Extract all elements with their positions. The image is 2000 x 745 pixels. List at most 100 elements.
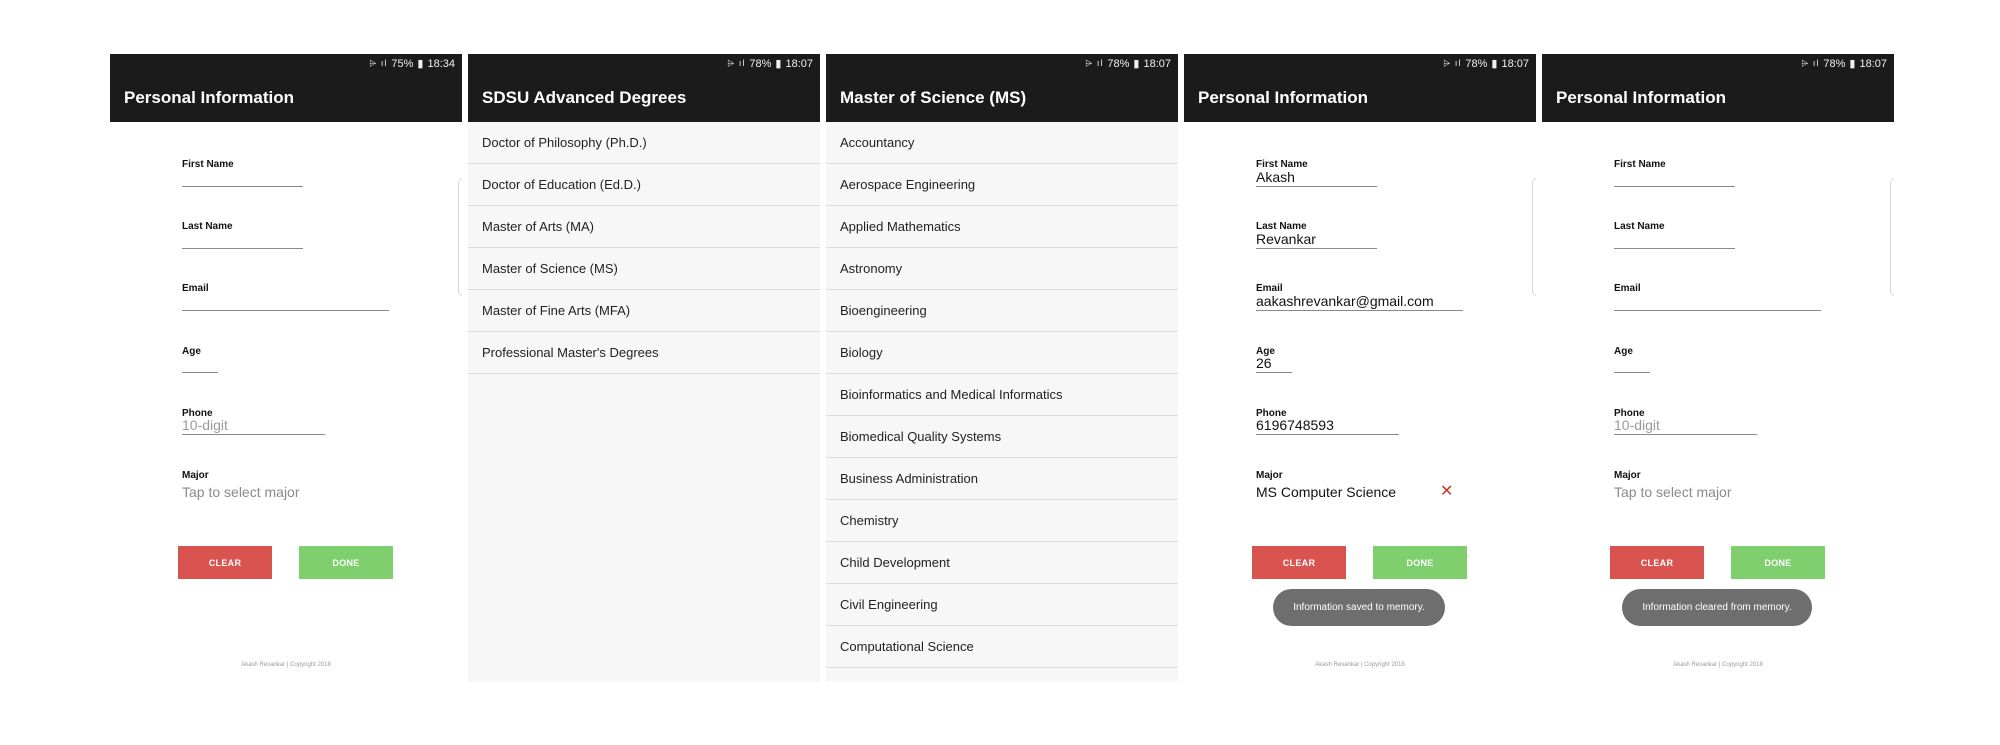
clock: 18:07 — [1501, 57, 1529, 70]
major-selector[interactable]: Tap to select major — [182, 484, 300, 500]
side-drawer-handle[interactable] — [1532, 178, 1536, 296]
battery-level: 78% — [749, 57, 772, 70]
app-bar: Personal Information — [1184, 73, 1536, 122]
email-underline — [182, 310, 389, 311]
battery-icon: ▮ — [1133, 58, 1140, 70]
first-name-label: First Name — [1614, 159, 1666, 170]
phone-field[interactable]: 10-digit — [182, 416, 228, 434]
list-item[interactable]: Chemistry — [826, 500, 1178, 542]
major-list: Accountancy Aerospace Engineering Applie… — [826, 122, 1178, 682]
list-item[interactable]: Business Administration — [826, 458, 1178, 500]
first-name-field[interactable] — [182, 172, 303, 186]
list-item[interactable]: Master of Science (MS) — [468, 248, 820, 290]
status-bar: ⩥ ıl 78% ▮ 18:07 — [468, 54, 820, 73]
page-title: SDSU Advanced Degrees — [482, 87, 687, 107]
page-title: Personal Information — [124, 87, 295, 107]
list-item[interactable]: Biomedical Quality Systems — [826, 416, 1178, 458]
battery-level: 78% — [1465, 57, 1488, 70]
list-item[interactable]: Civil Engineering — [826, 584, 1178, 626]
last-name-label: Last Name — [182, 221, 233, 232]
clock: 18:34 — [427, 57, 455, 70]
page-title: Personal Information — [1198, 87, 1369, 107]
status-bar: ⩥ ıl 78% ▮ 18:07 — [826, 54, 1178, 73]
battery-icon: ▮ — [1849, 58, 1856, 70]
email-field[interactable] — [182, 296, 389, 310]
phone-underline — [1256, 434, 1399, 435]
side-drawer-handle[interactable] — [1890, 178, 1894, 296]
age-field[interactable] — [1614, 358, 1650, 372]
close-icon[interactable]: ✕ — [1440, 484, 1453, 500]
first-name-label: First Name — [182, 159, 234, 170]
signal-icon: ⩥ ıl — [369, 58, 388, 68]
phone-underline — [1614, 434, 1757, 435]
phone-underline — [182, 434, 325, 435]
age-underline — [1614, 372, 1650, 373]
screen-personal-info-filled: ⩥ ıl 78% ▮ 18:07 Personal Information Fi… — [1184, 54, 1536, 682]
email-underline — [1614, 310, 1821, 311]
first-name-field[interactable]: Akash — [1256, 168, 1295, 186]
status-bar: ⩥ ıl 78% ▮ 18:07 — [1542, 54, 1894, 73]
copyright-footer: Akash Revankar | Copyright 2018 — [1315, 662, 1405, 668]
phone-field[interactable]: 10-digit — [1614, 416, 1660, 434]
status-bar: ⩥ ıl 78% ▮ 18:07 — [1184, 54, 1536, 73]
list-item[interactable]: Professional Master's Degrees — [468, 332, 820, 374]
list-item[interactable]: Doctor of Education (Ed.D.) — [468, 164, 820, 206]
clock: 18:07 — [785, 57, 813, 70]
email-field[interactable]: aakashrevankar@gmail.com — [1256, 292, 1434, 310]
done-button[interactable]: DONE — [1731, 546, 1825, 579]
age-label: Age — [182, 346, 201, 357]
personal-info-form: First Name Last Name Email Age Phone 10-… — [110, 122, 462, 682]
email-underline — [1256, 310, 1463, 311]
clear-button[interactable]: CLEAR — [1610, 546, 1704, 579]
age-label: Age — [1614, 346, 1633, 357]
last-name-underline — [1614, 248, 1735, 249]
major-label: Major — [1256, 470, 1283, 481]
copyright-footer: Akash Revankar | Copyright 2018 — [241, 662, 331, 668]
list-item[interactable]: Child Development — [826, 542, 1178, 584]
app-bar: Personal Information — [110, 73, 462, 122]
battery-level: 75% — [391, 57, 414, 70]
signal-icon: ⩥ ıl — [727, 58, 746, 68]
done-button[interactable]: DONE — [299, 546, 393, 579]
signal-icon: ⩥ ıl — [1085, 58, 1104, 68]
last-name-underline — [182, 248, 303, 249]
clear-button[interactable]: CLEAR — [1252, 546, 1346, 579]
last-name-underline — [1256, 248, 1377, 249]
app-bar: Personal Information — [1542, 73, 1894, 122]
email-field[interactable] — [1614, 296, 1821, 310]
battery-icon: ▮ — [1491, 58, 1498, 70]
list-item[interactable]: Applied Mathematics — [826, 206, 1178, 248]
done-button[interactable]: DONE — [1373, 546, 1467, 579]
list-item[interactable]: Doctor of Philosophy (Ph.D.) — [468, 122, 820, 164]
age-field[interactable]: 26 — [1256, 354, 1272, 372]
screen-advanced-degrees: ⩥ ıl 78% ▮ 18:07 SDSU Advanced Degrees D… — [468, 54, 820, 682]
screen-master-of-science: ⩥ ıl 78% ▮ 18:07 Master of Science (MS) … — [826, 54, 1178, 682]
list-item[interactable]: Accountancy — [826, 122, 1178, 164]
list-item[interactable]: Master of Arts (MA) — [468, 206, 820, 248]
age-field[interactable] — [182, 358, 218, 372]
page-title: Master of Science (MS) — [840, 87, 1027, 107]
clear-button[interactable]: CLEAR — [178, 546, 272, 579]
last-name-field[interactable] — [1614, 234, 1735, 248]
side-drawer-handle[interactable] — [458, 178, 462, 296]
degree-list: Doctor of Philosophy (Ph.D.) Doctor of E… — [468, 122, 820, 682]
last-name-field[interactable]: Revankar — [1256, 230, 1316, 248]
first-name-underline — [182, 186, 303, 187]
clock: 18:07 — [1859, 57, 1887, 70]
major-selector[interactable]: Tap to select major — [1614, 484, 1732, 500]
list-item[interactable]: Master of Fine Arts (MFA) — [468, 290, 820, 332]
battery-level: 78% — [1823, 57, 1846, 70]
first-name-field[interactable] — [1614, 172, 1735, 186]
battery-icon: ▮ — [417, 58, 424, 70]
signal-icon: ⩥ ıl — [1443, 58, 1462, 68]
list-item[interactable]: Astronomy — [826, 248, 1178, 290]
phone-field[interactable]: 6196748593 — [1256, 416, 1334, 434]
list-item[interactable]: Aerospace Engineering — [826, 164, 1178, 206]
list-item[interactable]: Bioengineering — [826, 290, 1178, 332]
last-name-field[interactable] — [182, 234, 303, 248]
age-underline — [182, 372, 218, 373]
major-selector[interactable]: MS Computer Science — [1256, 484, 1396, 500]
list-item[interactable]: Bioinformatics and Medical Informatics — [826, 374, 1178, 416]
list-item[interactable]: Biology — [826, 332, 1178, 374]
list-item[interactable]: Computational Science — [826, 626, 1178, 668]
